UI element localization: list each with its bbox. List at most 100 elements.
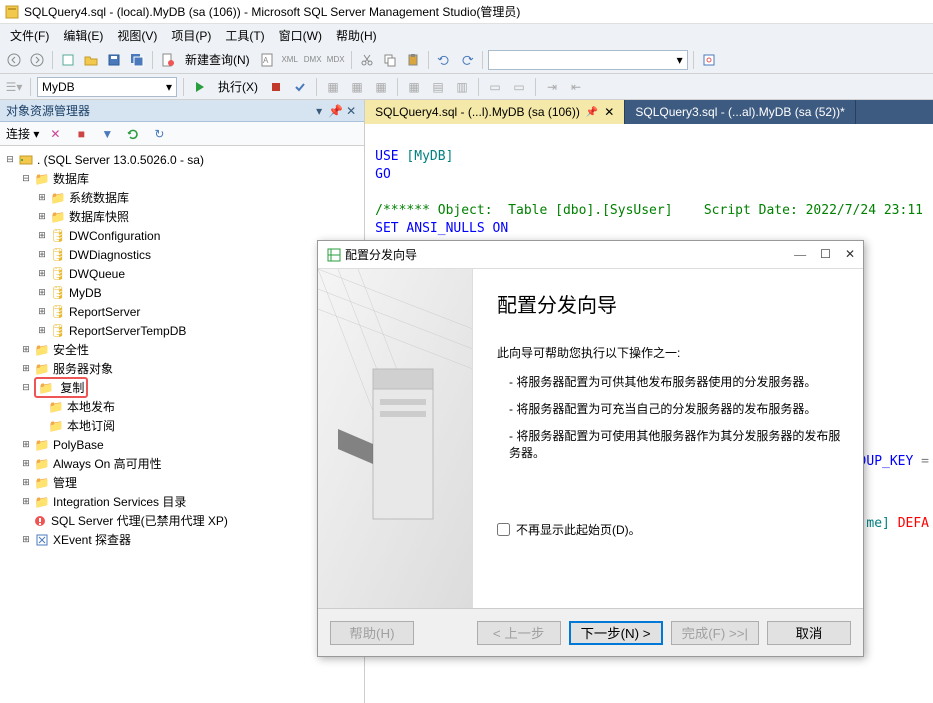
dont-show-again-checkbox[interactable] bbox=[497, 523, 510, 536]
outdent-icon[interactable]: ⇤ bbox=[566, 77, 586, 97]
panel-dropdown-icon[interactable]: ▾ bbox=[312, 104, 326, 118]
database-icon: 🛢 bbox=[50, 286, 66, 300]
undo-icon[interactable] bbox=[434, 50, 454, 70]
dropdown-1-icon[interactable]: ☰▾ bbox=[4, 77, 24, 97]
script-icon-1[interactable]: A bbox=[257, 50, 277, 70]
panel-pin-icon[interactable]: 📌 bbox=[328, 104, 342, 118]
redo-icon[interactable] bbox=[457, 50, 477, 70]
code-fragment-2: me] bbox=[866, 516, 897, 531]
folder-icon: 📁 bbox=[50, 210, 66, 224]
comment-icon[interactable]: ▭ bbox=[485, 77, 505, 97]
tools-icon[interactable] bbox=[722, 50, 742, 70]
svg-text:A: A bbox=[263, 56, 269, 65]
folder-icon: 📁 bbox=[38, 381, 54, 395]
tree-sysdb[interactable]: ⊞ 📁 系统数据库 bbox=[0, 188, 364, 207]
tree-serverobj[interactable]: ⊞ 📁 服务器对象 bbox=[0, 359, 364, 378]
new-query-button[interactable]: 新建查询(N) bbox=[181, 51, 254, 68]
tree-mydb[interactable]: ⊞ 🛢 MyDB bbox=[0, 283, 364, 302]
dialog-close-icon[interactable]: ✕ bbox=[845, 247, 855, 262]
dmx-icon[interactable]: DMX bbox=[303, 50, 323, 70]
distribution-wizard-dialog: 配置分发向导 — ☐ ✕ bbox=[317, 240, 864, 657]
uncomment-icon[interactable]: ▭ bbox=[509, 77, 529, 97]
tab-query4[interactable]: SQLQuery4.sql - (...l).MyDB (sa (106)) 📌… bbox=[365, 100, 625, 124]
help-button[interactable]: 帮助(H) bbox=[330, 621, 414, 645]
nav-fwd-icon[interactable] bbox=[27, 50, 47, 70]
tree-dwconfig[interactable]: ⊞ 🛢 DWConfiguration bbox=[0, 226, 364, 245]
tree-security[interactable]: ⊞ 📁 安全性 bbox=[0, 340, 364, 359]
tree-databases[interactable]: ⊟ 📁 数据库 bbox=[0, 169, 364, 188]
tree-root[interactable]: ⊟ . (SQL Server 13.0.5026.0 - sa) bbox=[0, 150, 364, 169]
tree-report-temp[interactable]: ⊞ 🛢 ReportServerTempDB bbox=[0, 321, 364, 340]
folder-icon: 📁 bbox=[34, 495, 50, 509]
solution-combo[interactable]: ▾ bbox=[488, 50, 688, 70]
save-all-icon[interactable] bbox=[127, 50, 147, 70]
nav-back-icon[interactable] bbox=[4, 50, 24, 70]
paste-icon[interactable] bbox=[403, 50, 423, 70]
tree-management[interactable]: ⊞ 📁 管理 bbox=[0, 473, 364, 492]
result-text-icon[interactable]: ▤ bbox=[428, 77, 448, 97]
cancel-button[interactable]: 取消 bbox=[767, 621, 851, 645]
open-icon[interactable] bbox=[81, 50, 101, 70]
tree-alwayson[interactable]: ⊞ 📁 Always On 高可用性 bbox=[0, 454, 364, 473]
menu-file[interactable]: 文件(F) bbox=[4, 25, 55, 46]
tab-pin-icon[interactable]: 📌 bbox=[586, 107, 598, 118]
copy-icon[interactable] bbox=[380, 50, 400, 70]
plan-icon-3[interactable]: ▦ bbox=[371, 77, 391, 97]
menu-edit[interactable]: 编辑(E) bbox=[57, 25, 109, 46]
menu-tools[interactable]: 工具(T) bbox=[219, 25, 270, 46]
window-title: SQLQuery4.sql - (local).MyDB (sa (106)) … bbox=[24, 3, 520, 20]
panel-close-icon[interactable]: ✕ bbox=[344, 104, 358, 118]
dialog-maximize-icon[interactable]: ☐ bbox=[820, 247, 831, 262]
tree-polybase[interactable]: ⊞ 📁 PolyBase bbox=[0, 435, 364, 454]
refresh-icon[interactable] bbox=[123, 124, 143, 144]
folder-icon: 📁 bbox=[34, 362, 50, 376]
disconnect-icon[interactable]: ✕ bbox=[45, 124, 65, 144]
agent-icon bbox=[32, 514, 48, 528]
tree-localsub[interactable]: 📁 本地订阅 bbox=[0, 416, 364, 435]
tab-query3[interactable]: SQLQuery3.sql - (...al).MyDB (sa (52))* bbox=[625, 100, 855, 124]
tree-dwqueue[interactable]: ⊞ 🛢 DWQueue bbox=[0, 264, 364, 283]
menu-view[interactable]: 视图(V) bbox=[111, 25, 163, 46]
wizard-icon bbox=[326, 248, 342, 262]
database-combo[interactable]: MyDB▾ bbox=[37, 77, 177, 97]
cut-icon[interactable] bbox=[357, 50, 377, 70]
tree-report[interactable]: ⊞ 🛢 ReportServer bbox=[0, 302, 364, 321]
execute-play-icon[interactable] bbox=[190, 77, 210, 97]
find-icon[interactable] bbox=[699, 50, 719, 70]
filter-icon[interactable]: ▼ bbox=[97, 124, 117, 144]
menu-window[interactable]: 窗口(W) bbox=[273, 25, 328, 46]
tree-intservices[interactable]: ⊞ 📁 Integration Services 目录 bbox=[0, 492, 364, 511]
new-item-icon[interactable] bbox=[58, 50, 78, 70]
menu-help[interactable]: 帮助(H) bbox=[330, 25, 383, 46]
dialog-title-text: 配置分发向导 bbox=[345, 246, 417, 263]
next-button[interactable]: 下一步(N) > bbox=[569, 621, 663, 645]
mdx-icon[interactable]: MDX bbox=[326, 50, 346, 70]
xml-icon[interactable]: XML bbox=[280, 50, 300, 70]
database-icon: 🛢 bbox=[50, 248, 66, 262]
tree-localpub[interactable]: 📁 本地发布 bbox=[0, 397, 364, 416]
activity-icon[interactable]: ↻ bbox=[149, 124, 169, 144]
save-icon[interactable] bbox=[104, 50, 124, 70]
tree-xevent[interactable]: ⊞ XEvent 探查器 bbox=[0, 530, 364, 549]
dialog-minimize-icon[interactable]: — bbox=[794, 247, 806, 262]
result-grid-icon[interactable]: ▦ bbox=[404, 77, 424, 97]
tree-dwdiag[interactable]: ⊞ 🛢 DWDiagnostics bbox=[0, 245, 364, 264]
code-fragment-1: DUP_KEY bbox=[859, 454, 922, 469]
menu-project[interactable]: 项目(P) bbox=[165, 25, 217, 46]
parse-icon[interactable] bbox=[290, 77, 310, 97]
wizard-item-1: 将服务器配置为可供其他发布服务器使用的分发服务器。 bbox=[509, 373, 849, 390]
tab-close-icon[interactable]: ✕ bbox=[604, 105, 614, 119]
new-query-prefix-icon[interactable] bbox=[158, 50, 178, 70]
plan-icon-2[interactable]: ▦ bbox=[347, 77, 367, 97]
plan-icon-1[interactable]: ▦ bbox=[323, 77, 343, 97]
indent-icon[interactable]: ⇥ bbox=[542, 77, 562, 97]
result-file-icon[interactable]: ▥ bbox=[452, 77, 472, 97]
tree-agent[interactable]: SQL Server 代理(已禁用代理 XP) bbox=[0, 511, 364, 530]
wizard-intro: 此向导可帮助您执行以下操作之一: bbox=[497, 344, 849, 361]
tree-replication[interactable]: ⊟ 📁 复制 bbox=[0, 378, 364, 397]
connect-button[interactable]: 连接 ▾ bbox=[6, 125, 39, 142]
tree-snapshot[interactable]: ⊞ 📁 数据库快照 bbox=[0, 207, 364, 226]
execute-button[interactable]: 执行(X) bbox=[214, 78, 262, 95]
stop2-icon[interactable]: ■ bbox=[71, 124, 91, 144]
stop-icon[interactable] bbox=[266, 77, 286, 97]
